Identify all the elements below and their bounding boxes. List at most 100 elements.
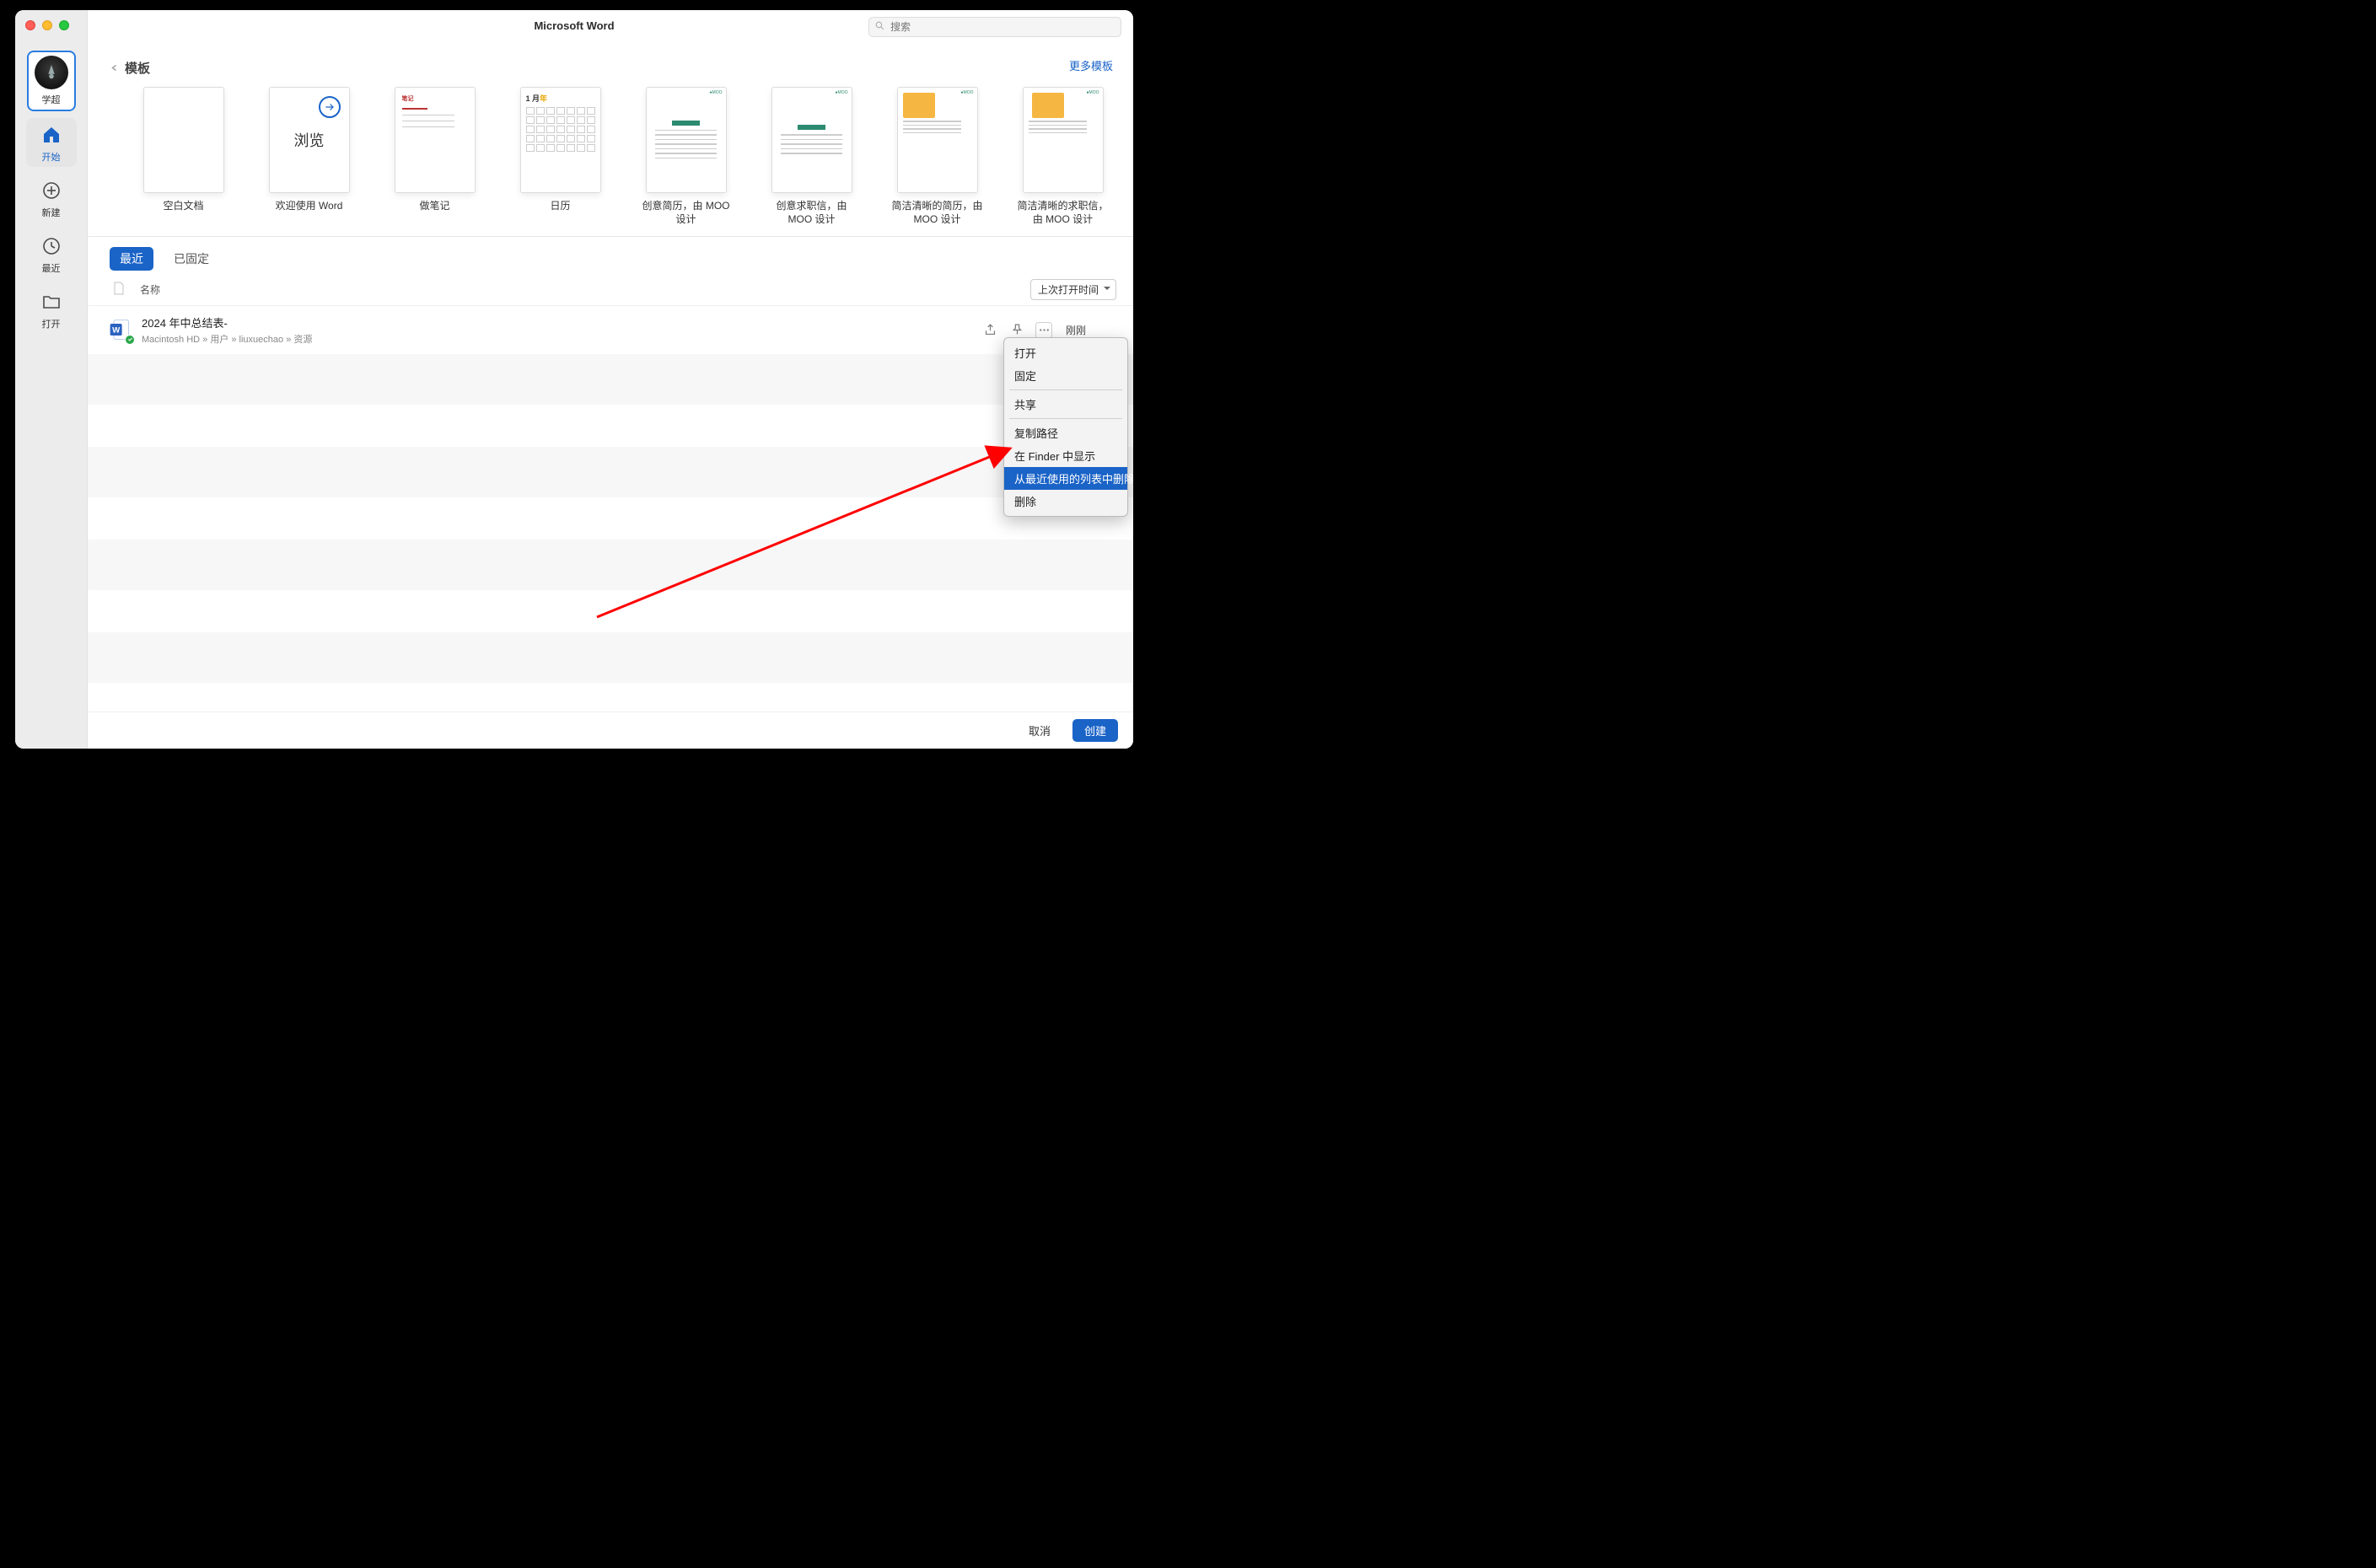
template-clean-resume-moo[interactable]: 简洁清晰的简历，由 MOO 设计 xyxy=(889,87,986,226)
template-clean-coverletter-moo[interactable]: 简洁清晰的求职信，由 MOO 设计 xyxy=(1014,87,1111,226)
sidebar-item-label: 新建 xyxy=(42,206,61,219)
synced-badge-icon xyxy=(125,335,135,345)
more-icon[interactable] xyxy=(1035,322,1052,339)
svg-text:W: W xyxy=(112,325,121,335)
sidebar-user-label: 学超 xyxy=(42,93,61,106)
file-row[interactable]: W 2024 年中总结表- Macintosh HD » 用户 » liuxue… xyxy=(88,306,1133,354)
sidebar-user[interactable]: 学超 xyxy=(27,51,76,111)
menu-separator xyxy=(1009,418,1122,419)
pin-icon[interactable] xyxy=(1008,322,1025,339)
template-thumb xyxy=(897,87,978,193)
window-controls xyxy=(25,20,69,30)
template-coverletter-moo[interactable]: 创意求职信，由 MOO 设计 xyxy=(763,87,860,226)
template-thumb: 笔记 xyxy=(395,87,476,193)
cal-head-a: 1 月 xyxy=(526,94,540,103)
sidebar-item-label: 打开 xyxy=(42,317,61,330)
template-name: 创意简历，由 MOO 设计 xyxy=(637,200,734,226)
cm-copy-path[interactable]: 复制路径 xyxy=(1004,422,1127,444)
menu-separator xyxy=(1009,389,1122,390)
sidebar-item-label: 开始 xyxy=(42,150,61,164)
list-placeholder-row xyxy=(88,683,1133,706)
template-thumb xyxy=(1023,87,1104,193)
template-resume-moo[interactable]: 创意简历，由 MOO 设计 xyxy=(637,87,734,226)
recent-tabs: 最近 已固定 xyxy=(88,237,1133,274)
titlebar: Microsoft Word xyxy=(15,10,1133,42)
sort-dropdown[interactable]: 上次打开时间 xyxy=(1030,279,1116,300)
cm-share[interactable]: 共享 xyxy=(1004,393,1127,416)
chevron-down-icon[interactable] xyxy=(108,64,121,72)
sidebar: 学超 开始 新建 最近 xyxy=(15,10,88,749)
cancel-button[interactable]: 取消 xyxy=(1017,719,1062,742)
close-window-button[interactable] xyxy=(25,20,35,30)
template-name: 做笔记 xyxy=(419,200,449,213)
templates-row: 空白文档 浏览 欢迎使用 Word 笔记 做 xyxy=(88,83,1133,237)
file-time: 刚刚 xyxy=(1066,323,1116,337)
template-welcome[interactable]: 浏览 欢迎使用 Word xyxy=(261,87,357,213)
list-placeholder-row xyxy=(88,447,1133,497)
template-thumb: 1 月年 xyxy=(520,87,601,193)
template-calendar[interactable]: 1 月年 日历 xyxy=(512,87,609,213)
list-placeholder-row xyxy=(88,632,1133,683)
cal-head-b: 年 xyxy=(540,94,547,103)
list-header: 名称 上次打开时间 xyxy=(88,274,1133,306)
search-field-wrap[interactable] xyxy=(868,17,1121,37)
file-list: W 2024 年中总结表- Macintosh HD » 用户 » liuxue… xyxy=(88,306,1133,706)
cm-pin[interactable]: 固定 xyxy=(1004,364,1127,387)
template-name: 简洁清晰的求职信，由 MOO 设计 xyxy=(1014,200,1111,226)
user-avatar xyxy=(35,56,68,89)
word-file-icon: W xyxy=(108,318,133,343)
clock-icon xyxy=(40,234,63,258)
share-icon[interactable] xyxy=(981,322,998,339)
template-name: 日历 xyxy=(550,200,570,213)
sidebar-item-label: 最近 xyxy=(42,261,61,275)
search-icon xyxy=(874,20,885,34)
list-placeholder-row xyxy=(88,405,1133,447)
sidebar-item-open[interactable]: 打开 xyxy=(26,285,77,334)
list-placeholder-row xyxy=(88,497,1133,540)
template-notes[interactable]: 笔记 做笔记 xyxy=(386,87,483,213)
arrow-tour-icon xyxy=(319,96,341,118)
context-menu: 打开 固定 共享 复制路径 在 Finder 中显示 从最近使用的列表中删除 删… xyxy=(1003,337,1128,517)
sidebar-item-new[interactable]: 新建 xyxy=(26,174,77,223)
template-thumb: 浏览 xyxy=(269,87,350,193)
document-icon xyxy=(113,282,128,298)
templates-title: 模板 xyxy=(125,59,150,77)
cm-remove-from-recent[interactable]: 从最近使用的列表中删除 xyxy=(1004,467,1127,490)
cm-open[interactable]: 打开 xyxy=(1004,341,1127,364)
template-thumb xyxy=(143,87,224,193)
tab-pinned[interactable]: 已固定 xyxy=(164,247,219,271)
sidebar-item-home[interactable]: 开始 xyxy=(26,118,77,167)
template-thumb xyxy=(646,87,727,193)
template-blank[interactable]: 空白文档 xyxy=(135,87,232,213)
calendar-grid xyxy=(526,107,595,152)
app-window: Microsoft Word 学超 开始 xyxy=(15,10,1133,749)
cm-reveal-finder[interactable]: 在 Finder 中显示 xyxy=(1004,444,1127,467)
file-actions xyxy=(981,322,1052,339)
template-thumb xyxy=(771,87,852,193)
home-icon xyxy=(40,123,63,147)
template-name: 创意求职信，由 MOO 设计 xyxy=(763,200,860,226)
file-path: Macintosh HD » 用户 » liuxuechao » 资源 xyxy=(142,332,312,346)
template-name: 空白文档 xyxy=(163,200,203,213)
template-name: 简洁清晰的简历，由 MOO 设计 xyxy=(889,200,986,226)
plus-circle-icon xyxy=(40,179,63,202)
minimize-window-button[interactable] xyxy=(42,20,52,30)
column-name[interactable]: 名称 xyxy=(140,282,160,297)
template-browse-label: 浏览 xyxy=(294,129,325,151)
cm-delete[interactable]: 删除 xyxy=(1004,490,1127,513)
templates-header: 模板 xyxy=(88,47,1133,83)
create-button[interactable]: 创建 xyxy=(1072,719,1118,742)
footer: 取消 创建 xyxy=(88,712,1133,749)
more-templates-link[interactable]: 更多模板 xyxy=(1069,57,1113,73)
file-name: 2024 年中总结表- xyxy=(142,314,312,330)
main-content: 模板 更多模板 空白文档 浏览 欢迎使用 Word xyxy=(88,10,1133,749)
folder-icon xyxy=(40,290,63,314)
zoom-window-button[interactable] xyxy=(59,20,69,30)
file-meta: 2024 年中总结表- Macintosh HD » 用户 » liuxuech… xyxy=(142,314,312,346)
sidebar-item-recent[interactable]: 最近 xyxy=(26,229,77,278)
search-input[interactable] xyxy=(890,21,1115,33)
window-title: Microsoft Word xyxy=(534,19,614,32)
template-name: 欢迎使用 Word xyxy=(276,200,343,213)
tab-recent[interactable]: 最近 xyxy=(110,247,153,271)
sort-label: 上次打开时间 xyxy=(1038,284,1099,296)
